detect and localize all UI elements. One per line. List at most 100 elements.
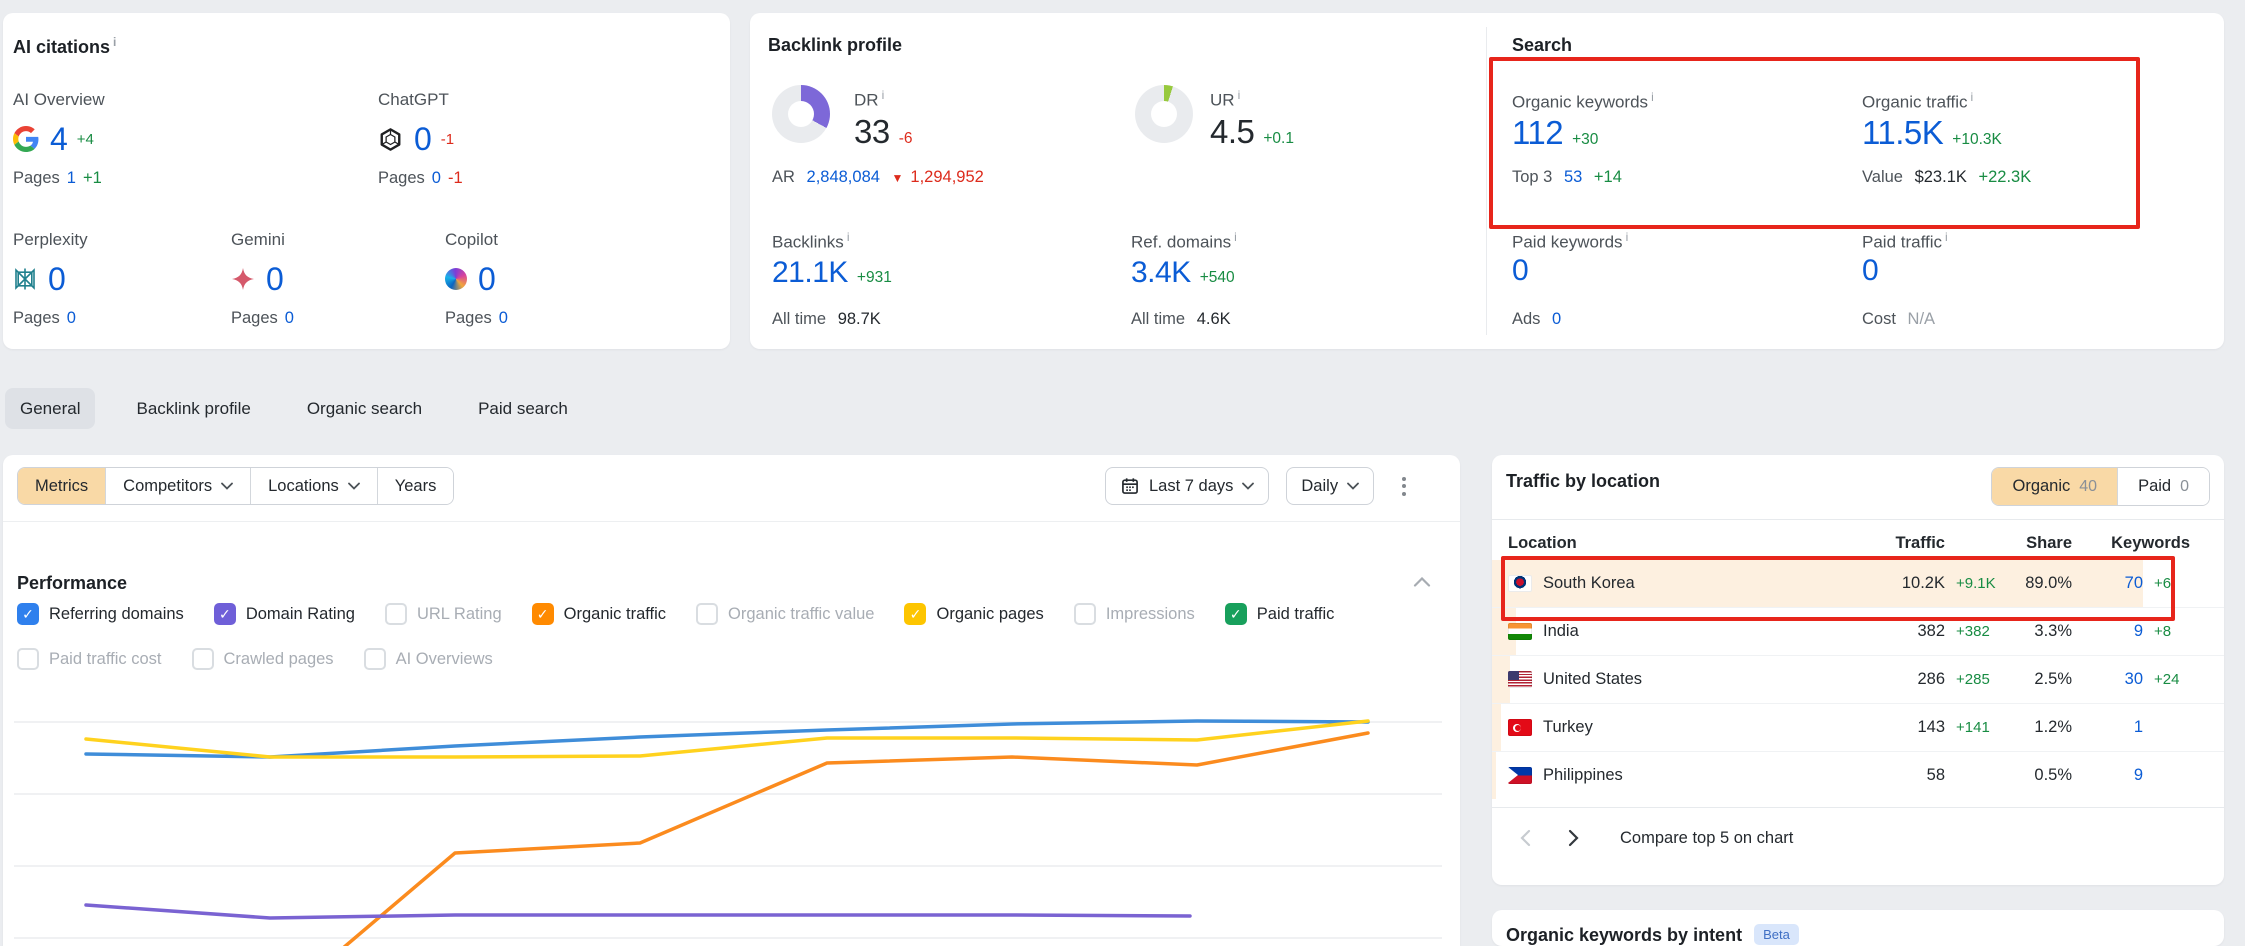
share-bar — [1492, 704, 1501, 751]
checkbox-box[interactable] — [17, 648, 39, 670]
checkbox-box[interactable]: ✓ — [532, 603, 554, 625]
tab-organic-search[interactable]: Organic search — [292, 388, 437, 429]
keywords-value[interactable]: 30 — [2072, 670, 2143, 689]
checkbox-paid-traffic[interactable]: ✓Paid traffic — [1225, 603, 1335, 625]
info-icon[interactable]: i — [1626, 230, 1629, 244]
ur-donut — [1135, 85, 1193, 143]
divider — [1492, 519, 2224, 520]
ai-metric-value[interactable]: 0 — [478, 261, 496, 298]
pages-label: Pages — [13, 169, 60, 187]
info-icon[interactable]: i — [1234, 230, 1237, 244]
ur-value: 4.5 — [1210, 113, 1254, 151]
keywords-value[interactable]: 1 — [2072, 718, 2143, 737]
table-row-india[interactable]: India382+3823.3%9+8 — [1492, 607, 2224, 655]
pages-value[interactable]: 0 — [432, 169, 441, 187]
page: { "misc": {"info": "i", "ar_down_arrow":… — [0, 0, 2245, 946]
table-row-philippines[interactable]: Philippines580.5%9 — [1492, 751, 2224, 799]
checkbox-box[interactable] — [385, 603, 407, 625]
checkbox-url-rating[interactable]: URL Rating — [385, 603, 502, 625]
info-icon[interactable]: i — [113, 35, 116, 49]
paid-keywords-value[interactable]: 0 — [1512, 254, 1528, 287]
location-name: United States — [1543, 670, 1642, 689]
checkbox-organic-traffic[interactable]: ✓Organic traffic — [532, 603, 666, 625]
pages-value[interactable]: 0 — [499, 309, 508, 327]
checkbox-crawled-pages[interactable]: Crawled pages — [192, 648, 334, 670]
ref-domains-alltime: All time 4.6K — [1131, 310, 1238, 329]
table-row-united-states[interactable]: United States286+2852.5%30+24 — [1492, 655, 2224, 703]
filter-button-metrics[interactable]: Metrics — [18, 468, 105, 504]
checkbox-ai-overviews[interactable]: AI Overviews — [364, 648, 493, 670]
info-icon[interactable]: i — [1651, 90, 1654, 104]
checkbox-label: Referring domains — [49, 605, 184, 624]
tab-paid-search[interactable]: Paid search — [463, 388, 583, 429]
checkbox-impressions[interactable]: Impressions — [1074, 603, 1195, 625]
ar-value[interactable]: 2,848,084 — [807, 168, 880, 186]
info-icon[interactable]: i — [882, 88, 885, 102]
dr-delta: -6 — [899, 130, 913, 148]
info-icon[interactable]: i — [1971, 90, 1974, 104]
checkbox-box[interactable] — [696, 603, 718, 625]
checkbox-organic-pages[interactable]: ✓Organic pages — [904, 603, 1043, 625]
ai-metric-value[interactable]: 0 — [266, 261, 284, 298]
traffic-pager: Compare top 5 on chart — [1492, 817, 2224, 859]
info-icon[interactable]: i — [847, 230, 850, 244]
checkbox-referring-domains[interactable]: ✓ Referring domains — [17, 603, 184, 625]
pages-delta: +1 — [83, 169, 102, 187]
checkbox-box[interactable] — [192, 648, 214, 670]
pages-value[interactable]: 0 — [285, 309, 294, 327]
info-icon[interactable]: i — [1945, 230, 1948, 244]
compare-top5-link[interactable]: Compare top 5 on chart — [1620, 829, 1793, 848]
filter-button-locations[interactable]: Locations — [250, 468, 377, 504]
next-page-chevron-icon[interactable] — [1556, 821, 1590, 855]
ads-value[interactable]: 0 — [1552, 310, 1561, 328]
share-value: 0.5% — [2012, 766, 2072, 785]
checkbox-box[interactable]: ✓ — [904, 603, 926, 625]
checkbox-box[interactable]: ✓ — [214, 603, 236, 625]
granularity-button[interactable]: Daily — [1286, 467, 1374, 505]
pages-value[interactable]: 1 — [67, 169, 76, 187]
organic-traffic-value[interactable]: 11.5K — [1862, 114, 1943, 152]
backlinks-value[interactable]: 21.1K — [772, 256, 848, 290]
more-options-kebab-icon[interactable] — [1391, 468, 1417, 504]
ai-metric-value[interactable]: 0 — [48, 261, 66, 298]
filter-button-competitors[interactable]: Competitors — [105, 468, 250, 504]
keywords-value[interactable]: 9 — [2072, 622, 2143, 641]
date-range-button[interactable]: Last 7 days — [1105, 467, 1269, 505]
checkbox-box[interactable] — [364, 648, 386, 670]
ref-domains-value[interactable]: 3.4K — [1131, 256, 1191, 290]
ai-metric-value[interactable]: 4 — [50, 121, 68, 158]
column-traffic: Traffic — [1853, 534, 1945, 553]
chart-controls: Metrics Competitors LocationsYears — [17, 467, 454, 505]
info-icon[interactable]: i — [1238, 88, 1241, 102]
backlink-profile-title: Backlink profile — [768, 35, 902, 56]
keywords-delta: +24 — [2143, 671, 2190, 688]
checkbox-label: Crawled pages — [224, 650, 334, 669]
top3-value[interactable]: 53 — [1564, 168, 1582, 186]
checkbox-box[interactable]: ✓ — [1225, 603, 1247, 625]
ai-metric-value[interactable]: 0 — [414, 121, 432, 158]
prev-page-chevron-icon[interactable] — [1508, 821, 1542, 855]
keywords-value[interactable]: 70 — [2072, 574, 2143, 593]
checkbox-domain-rating[interactable]: ✓Domain Rating — [214, 603, 355, 625]
pages-value[interactable]: 0 — [67, 309, 76, 327]
tab-backlink-profile[interactable]: Backlink profile — [121, 388, 265, 429]
table-row-south-korea[interactable]: South Korea10.2K+9.1K89.0%70+6 — [1492, 560, 2224, 607]
checkbox-box[interactable] — [1074, 603, 1096, 625]
organic-keywords-value[interactable]: 112 — [1512, 114, 1563, 152]
checkbox-paid-traffic-cost[interactable]: Paid traffic cost — [17, 648, 162, 670]
keywords-value[interactable]: 9 — [2072, 766, 2143, 785]
performance-line-chart[interactable] — [3, 700, 1460, 946]
chevron-down-icon — [1242, 482, 1254, 490]
paid-traffic-value[interactable]: 0 — [1862, 254, 1878, 287]
filter-button-years[interactable]: Years — [377, 468, 454, 504]
traffic-value: 58 — [1853, 766, 1945, 785]
collapse-chevron-up-icon[interactable] — [1413, 577, 1431, 587]
checkbox-box[interactable]: ✓ — [17, 603, 39, 625]
toggle-paid[interactable]: Paid 0 — [2117, 468, 2209, 505]
toggle-organic[interactable]: Organic 40 — [1992, 468, 2117, 505]
filter-button-label: Competitors — [123, 477, 212, 496]
table-row-turkey[interactable]: Turkey143+1411.2%1 — [1492, 703, 2224, 751]
tab-general[interactable]: General — [5, 388, 95, 429]
checkbox-organic-traffic-value[interactable]: Organic traffic value — [696, 603, 874, 625]
checkbox-label: URL Rating — [417, 605, 502, 624]
